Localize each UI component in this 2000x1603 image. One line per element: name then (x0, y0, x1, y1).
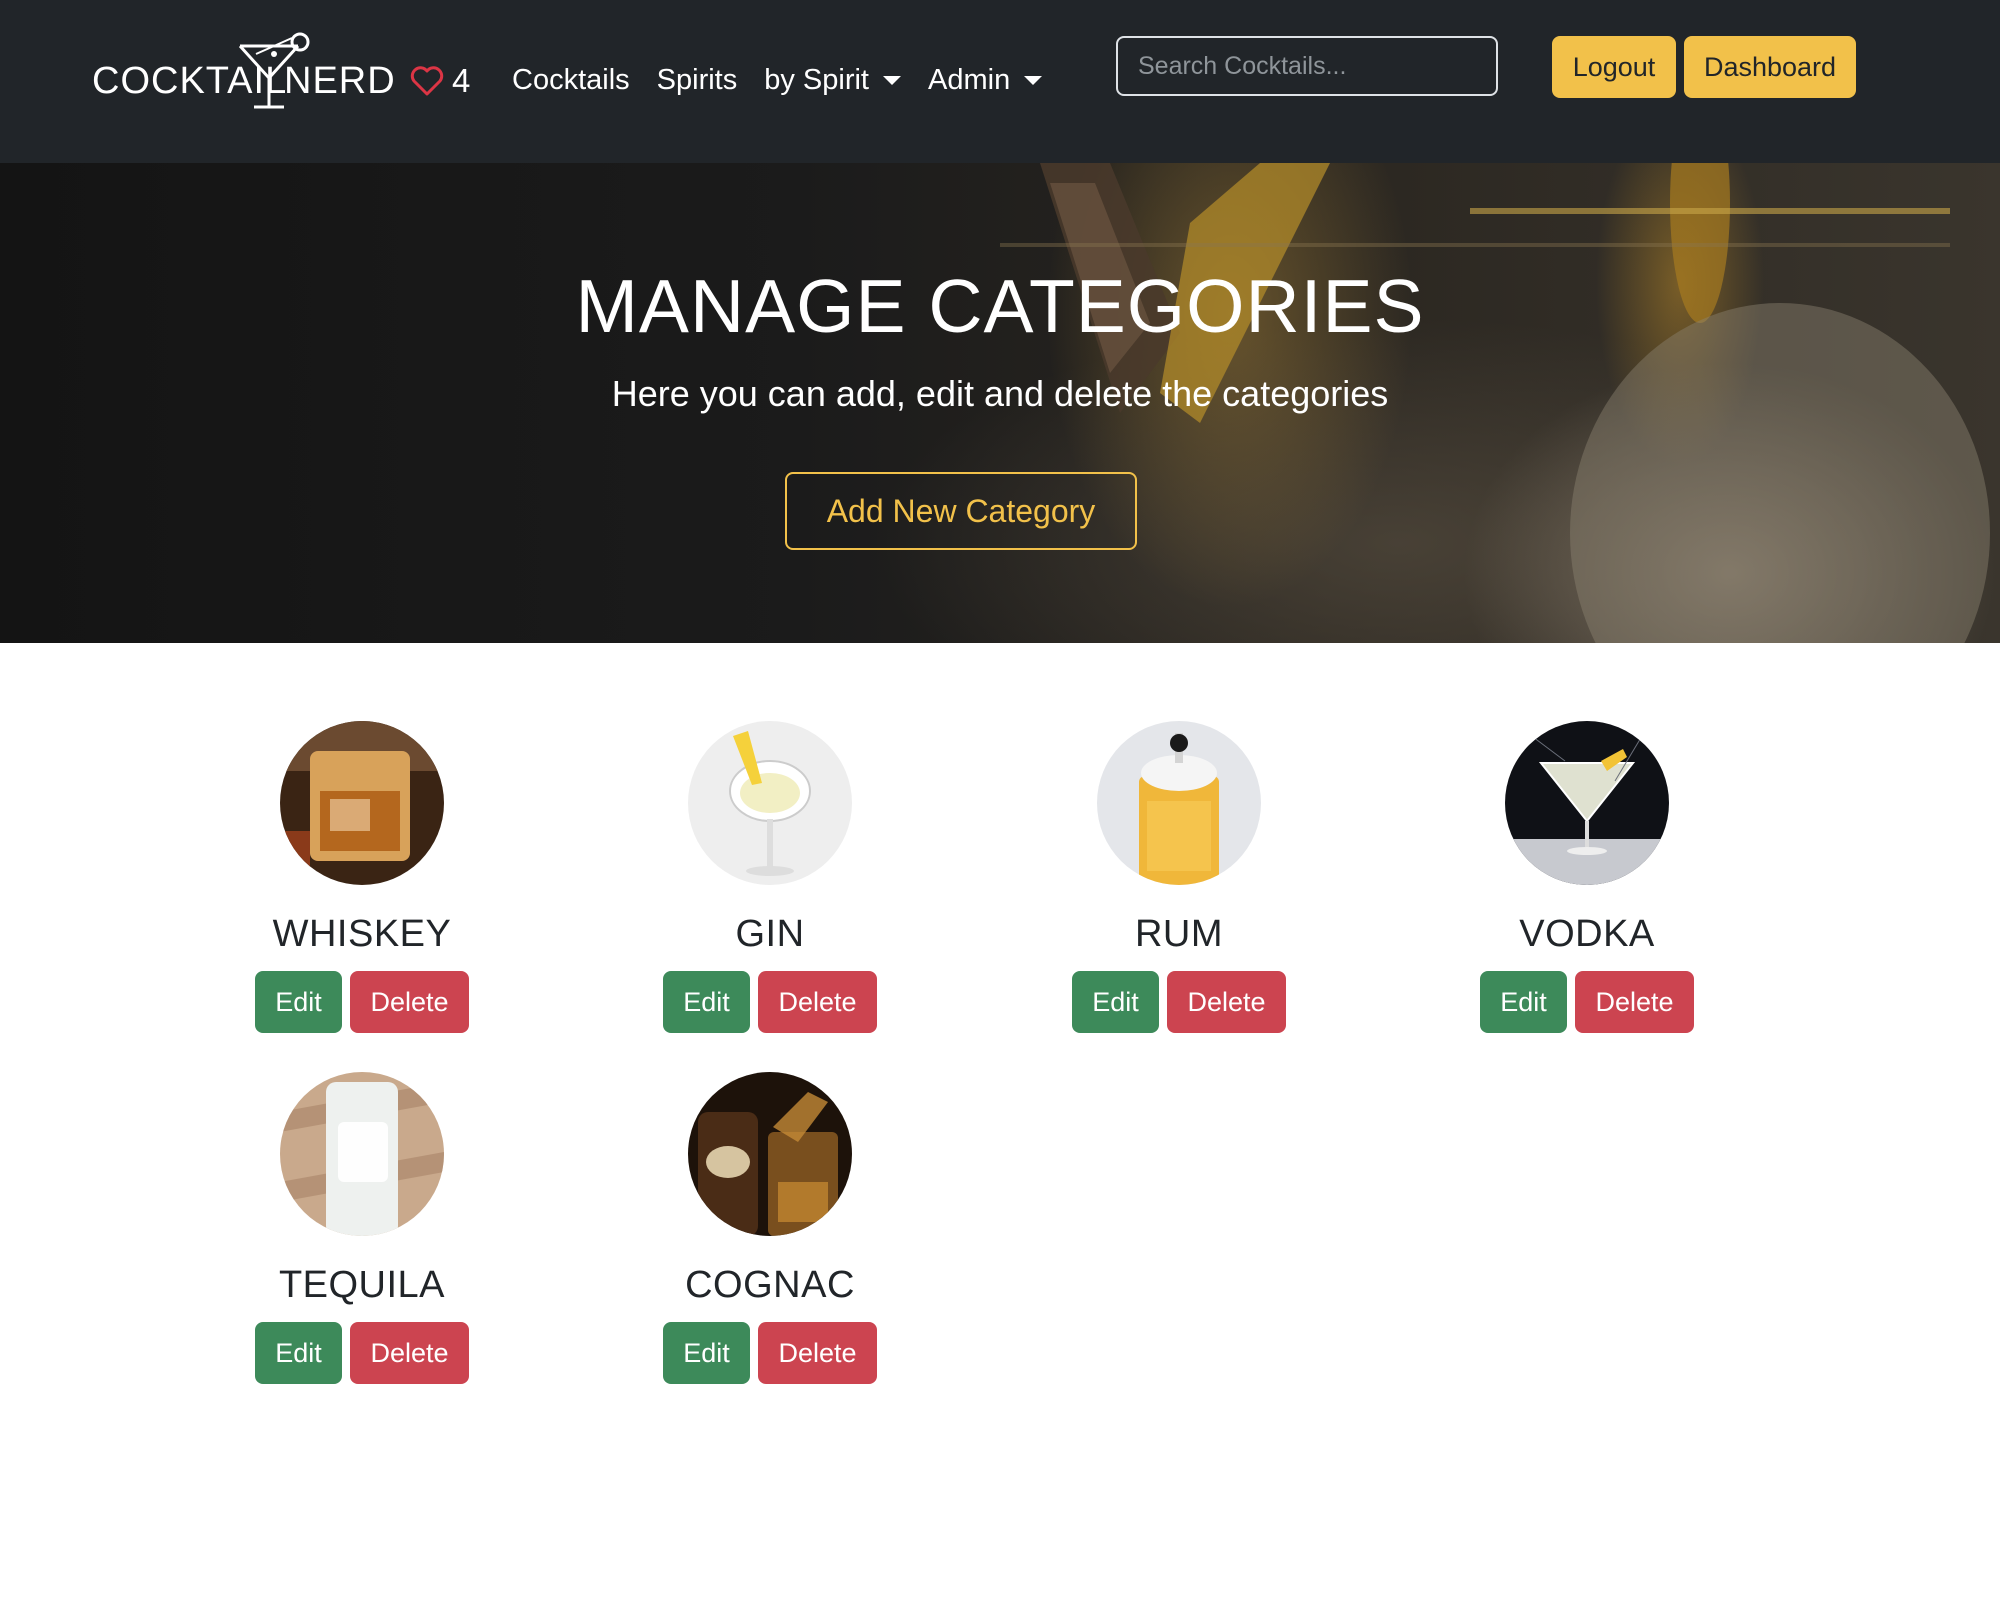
category-grid: WHISKEY Edit Delete GIN Edit Delete RUM … (0, 643, 2000, 1443)
category-card-tequila: TEQUILA Edit Delete (232, 1072, 492, 1384)
main-nav: Cocktails Spirits by Spirit Admin (512, 58, 1043, 102)
edit-button[interactable]: Edit (255, 1322, 342, 1384)
dashboard-button[interactable]: Dashboard (1684, 36, 1856, 98)
category-card-gin: GIN Edit Delete (640, 721, 900, 1033)
category-actions: Edit Delete (663, 971, 877, 1033)
category-actions: Edit Delete (255, 971, 469, 1033)
favorites-count: 4 (452, 62, 471, 99)
category-image-gin (688, 721, 852, 885)
nav-cocktails[interactable]: Cocktails (512, 64, 630, 97)
category-name: WHISKEY (272, 913, 452, 955)
favorites-counter[interactable]: 4 (410, 60, 470, 102)
nav-spirits[interactable]: Spirits (657, 64, 738, 97)
category-name: VODKA (1519, 913, 1655, 955)
category-actions: Edit Delete (663, 1322, 877, 1384)
category-image-tequila (280, 1072, 444, 1236)
category-image-vodka (1505, 721, 1669, 885)
delete-button[interactable]: Delete (758, 971, 877, 1033)
category-card-cognac: COGNAC Edit Delete (640, 1072, 900, 1384)
heart-icon (410, 66, 444, 96)
caret-down-icon (1024, 75, 1043, 85)
brand-logo[interactable]: COCKTAIL NERD (92, 30, 395, 112)
category-image-whiskey (280, 721, 444, 885)
caret-down-icon (883, 75, 901, 85)
category-image-rum (1097, 721, 1261, 885)
delete-button[interactable]: Delete (1167, 971, 1286, 1033)
category-image-cognac (688, 1072, 852, 1236)
category-card-whiskey: WHISKEY Edit Delete (232, 721, 492, 1033)
category-name: RUM (1134, 913, 1224, 955)
nav-by-spirit-dropdown[interactable]: by Spirit (764, 64, 901, 97)
add-category-button[interactable]: Add New Category (785, 472, 1137, 550)
nav-admin-label: Admin (928, 63, 1011, 96)
category-name: COGNAC (685, 1264, 855, 1306)
delete-button[interactable]: Delete (1575, 971, 1694, 1033)
category-card-rum: RUM Edit Delete (1049, 721, 1309, 1033)
edit-button[interactable]: Edit (1480, 971, 1567, 1033)
edit-button[interactable]: Edit (663, 971, 750, 1033)
nav-admin-dropdown[interactable]: Admin (928, 63, 1043, 97)
brand-text-right: NERD (284, 60, 396, 102)
delete-button[interactable]: Delete (350, 1322, 469, 1384)
navbar: COCKTAIL NERD 4 Cocktails Spirits by Spi… (0, 0, 2000, 163)
category-actions: Edit Delete (255, 1322, 469, 1384)
edit-button[interactable]: Edit (663, 1322, 750, 1384)
edit-button[interactable]: Edit (1072, 971, 1159, 1033)
hero-banner: MANAGE CATEGORIES Here you can add, edit… (0, 163, 2000, 643)
search-input[interactable] (1116, 36, 1498, 96)
category-actions: Edit Delete (1480, 971, 1694, 1033)
category-name: TEQUILA (278, 1264, 446, 1306)
logout-button[interactable]: Logout (1552, 36, 1676, 98)
edit-button[interactable]: Edit (255, 971, 342, 1033)
category-name: GIN (735, 913, 805, 955)
category-card-vodka: VODKA Edit Delete (1457, 721, 1717, 1033)
delete-button[interactable]: Delete (758, 1322, 877, 1384)
nav-by-spirit-label: by Spirit (764, 63, 869, 96)
category-actions: Edit Delete (1072, 971, 1286, 1033)
page-title: MANAGE CATEGORIES (575, 264, 1425, 348)
delete-button[interactable]: Delete (350, 971, 469, 1033)
page-subtitle: Here you can add, edit and delete the ca… (611, 373, 1389, 414)
